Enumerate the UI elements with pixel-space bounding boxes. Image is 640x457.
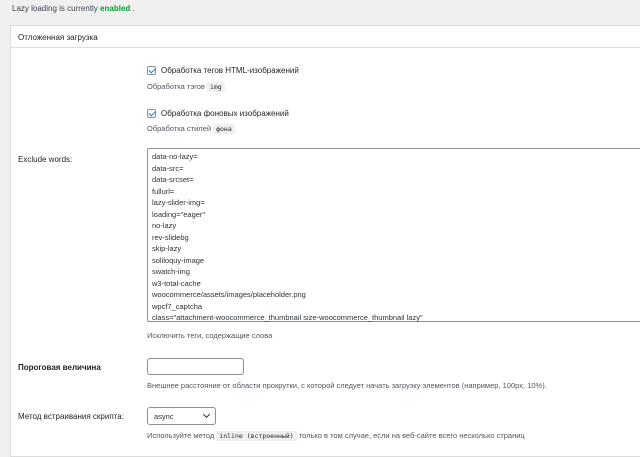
embed-method-value: async bbox=[154, 412, 174, 421]
html-images-desc-text: Обработка тэгов bbox=[147, 82, 207, 91]
exclude-word-line: skip-lazy bbox=[152, 244, 182, 253]
exclude-word-line: lazy-slider-img= bbox=[152, 198, 205, 207]
threshold-desc: Внешнее расстояние от области прокрутки,… bbox=[147, 381, 547, 390]
exclude-word-line: woocommerce/assets/images/placeholder.pn… bbox=[152, 290, 306, 299]
embed-method-label: Метод встраивания скрипта: bbox=[18, 412, 124, 421]
panel-header: Отложенная загрузка bbox=[11, 26, 640, 48]
html-images-desc: Обработка тэгов img bbox=[147, 82, 225, 92]
lazy-load-settings-panel: Отложенная загрузка Обработка тегов HTML… bbox=[10, 25, 640, 457]
threshold-input[interactable] bbox=[147, 358, 244, 375]
exclude-word-line: wpcf7_captcha bbox=[152, 301, 203, 311]
panel-title: Отложенная загрузка bbox=[18, 33, 98, 42]
exclude-word-line: rev-slidebg bbox=[152, 232, 189, 242]
embed-method-select[interactable]: async bbox=[147, 407, 216, 425]
notice-suffix: . bbox=[130, 4, 135, 13]
html-images-checkbox[interactable] bbox=[147, 66, 156, 75]
html-images-label: Обработка тегов HTML-изображений bbox=[161, 66, 299, 75]
exclude-words-desc: Исключить теги, содержащие слова bbox=[147, 331, 273, 340]
exclude-word-line: soliloquy-image bbox=[152, 255, 205, 265]
exclude-words-lines: data-no-lazy= data-src= data-srcset= fullur… bbox=[152, 151, 423, 324]
exclude-word-line: fullurl= bbox=[152, 186, 175, 196]
exclude-word-line: data-src= bbox=[152, 163, 184, 173]
bg-images-desc-code: фона bbox=[213, 124, 235, 134]
html-images-desc-code: img bbox=[206, 82, 225, 92]
notice-status: enabled bbox=[100, 4, 131, 13]
embed-desc-prefix: Используйте метод bbox=[147, 431, 217, 440]
bg-images-label: Обработка фоновых изображений bbox=[161, 109, 289, 118]
chevron-down-icon bbox=[202, 410, 211, 419]
exclude-word-line: data-no-lazy= bbox=[152, 152, 198, 161]
bg-images-checkbox[interactable] bbox=[147, 109, 156, 118]
exclude-word-line: data-srcset= bbox=[152, 175, 194, 184]
exclude-word-line: no-lazy bbox=[152, 221, 177, 230]
exclude-word-line: loading="eager" bbox=[152, 209, 206, 219]
bg-images-desc-text: Обработка стилей bbox=[147, 124, 214, 133]
exclude-word-line: class="attachment-woocommerce_thumbnail … bbox=[152, 313, 423, 322]
exclude-word-line: w3-total-cache bbox=[152, 278, 201, 288]
exclude-words-label: Exclude words: bbox=[18, 155, 73, 164]
bg-images-option[interactable]: Обработка фоновых изображений bbox=[147, 109, 289, 118]
html-images-option[interactable]: Обработка тегов HTML-изображений bbox=[147, 66, 299, 75]
embed-method-desc: Используйте метод inline (встроенный) то… bbox=[147, 431, 525, 441]
embed-desc-code: inline (встроенный) bbox=[216, 431, 297, 441]
embed-desc-suffix: только в том случае, если на веб-сайте в… bbox=[296, 431, 525, 440]
exclude-words-textarea[interactable]: data-no-lazy= data-src= data-srcset= fullur… bbox=[147, 148, 640, 322]
notice-prefix: Lazy loading is currently bbox=[12, 4, 101, 13]
exclude-word-line: swatch-img bbox=[152, 267, 190, 276]
lazy-loading-notice: Lazy loading is currently enabled . bbox=[12, 4, 135, 13]
bg-images-desc: Обработка стилей фона bbox=[147, 124, 235, 134]
threshold-label: Пороговая величина bbox=[18, 363, 101, 372]
